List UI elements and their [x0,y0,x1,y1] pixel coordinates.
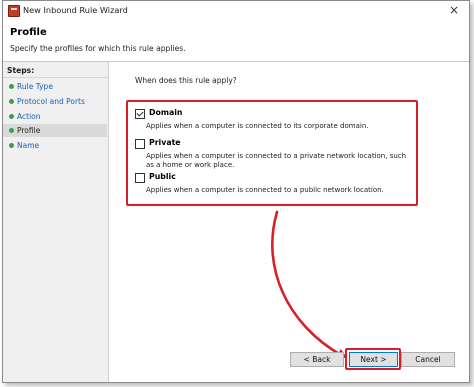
sidebar-item-profile[interactable]: Profile [3,124,107,137]
window-title: New Inbound Rule Wizard [23,5,128,15]
firewall-icon [8,5,20,17]
wizard-header: Profile Specify the profiles for which t… [3,21,469,62]
sidebar-item-label: Profile [17,126,41,135]
title-bar: New Inbound Rule Wizard × [3,1,469,21]
sidebar-item-protocol-and-ports[interactable]: Protocol and Ports [3,95,107,108]
dot-icon [9,143,14,148]
back-button[interactable]: < Back [290,352,344,367]
domain-checkbox[interactable] [135,109,145,119]
option-label: Private [149,138,181,147]
dot-icon [9,99,14,104]
page-subtitle: Specify the profiles for which this rule… [10,44,186,53]
sidebar-item-action[interactable]: Action [3,110,107,123]
steps-sidebar: Steps: Rule Type Protocol and Ports Acti… [3,62,109,382]
dot-icon [9,114,14,119]
public-checkbox[interactable] [135,173,145,183]
option-label: Domain [149,108,183,117]
dot-icon [9,84,14,89]
steps-heading: Steps: [7,66,35,75]
next-button[interactable]: Next > [349,352,398,367]
question-label: When does this rule apply? [135,76,237,85]
sidebar-item-rule-type[interactable]: Rule Type [3,80,107,93]
sidebar-item-name[interactable]: Name [3,139,107,152]
option-description: Applies when a computer is connected to … [146,122,369,130]
sidebar-item-label: Action [17,112,41,121]
option-description: Applies when a computer is connected to … [146,186,384,194]
close-icon[interactable]: × [449,3,459,17]
sidebar-item-label: Rule Type [17,82,53,91]
option-label: Public [149,172,176,181]
wizard-window: New Inbound Rule Wizard × Profile Specif… [2,0,470,383]
sidebar-item-label: Name [17,141,40,150]
dot-icon [9,128,14,133]
divider [3,77,108,78]
option-description: Applies when a computer is connected to … [146,152,407,169]
page-title: Profile [10,27,47,38]
main-content: When does this rule apply? Domain Applie… [109,62,469,382]
private-checkbox[interactable] [135,139,145,149]
cancel-button[interactable]: Cancel [401,352,455,367]
sidebar-item-label: Protocol and Ports [17,97,85,106]
